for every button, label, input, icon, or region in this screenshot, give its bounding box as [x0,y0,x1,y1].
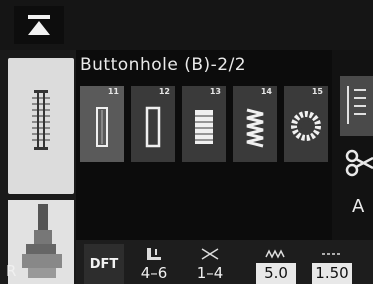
foot-pressure-setting[interactable]: 4–6 [134,246,174,284]
eyelet-icon [291,111,321,141]
tension-icon [190,246,230,262]
stitch-edit-icon [347,86,366,124]
stitch-width-value: 5.0 [256,263,296,284]
scissors-icon [345,149,373,177]
foot-pressure-value: 4–6 [140,264,168,282]
default-button[interactable]: DFT [84,244,124,284]
top-bar [0,0,373,50]
stitch-length-icon [312,246,352,262]
keyhole-buttonhole-icon [145,106,161,148]
zigzag-width-icon [256,246,296,262]
heirloom-buttonhole-icon [246,108,264,148]
scissors-button[interactable] [340,148,373,178]
slim-buttonhole-icon [96,107,108,147]
presser-foot-indicator [8,200,74,284]
thread-tension-value: 1–4 [196,264,224,282]
stretch-buttonhole-icon [195,110,213,144]
foot-pressure-icon [134,246,174,262]
presser-foot-icon [22,204,62,278]
pattern-tile-13[interactable]: 13 [182,86,226,162]
buttonhole-stitch-icon [32,90,50,150]
thread-tension-setting[interactable]: 1–4 [190,246,230,284]
pattern-tile-12[interactable]: 12 [131,86,175,162]
foot-letter-label: R [6,262,17,280]
pattern-tile-15[interactable]: 15 [284,86,328,162]
selected-stitch-preview[interactable] [8,58,74,194]
stitch-length-setting[interactable]: 1.50 [312,246,352,284]
pattern-title: Buttonhole (B)-2/2 [80,55,247,75]
pattern-tile-14[interactable]: 14 [233,86,277,162]
arrow-up-to-line-icon [28,15,50,35]
scroll-top-button[interactable] [14,6,64,44]
sewing-machine-screen: R Buttonhole (B)-2/2 11 12 13 14 15 A DF… [0,0,373,284]
stitch-length-value: 1.50 [312,263,352,284]
stitch-edit-button[interactable] [340,76,373,136]
font-a-button[interactable]: A [352,196,364,217]
pattern-tile-11[interactable]: 11 [80,86,124,162]
stitch-width-setting[interactable]: 5.0 [256,246,296,284]
pattern-grid: 11 12 13 14 15 [80,86,330,164]
